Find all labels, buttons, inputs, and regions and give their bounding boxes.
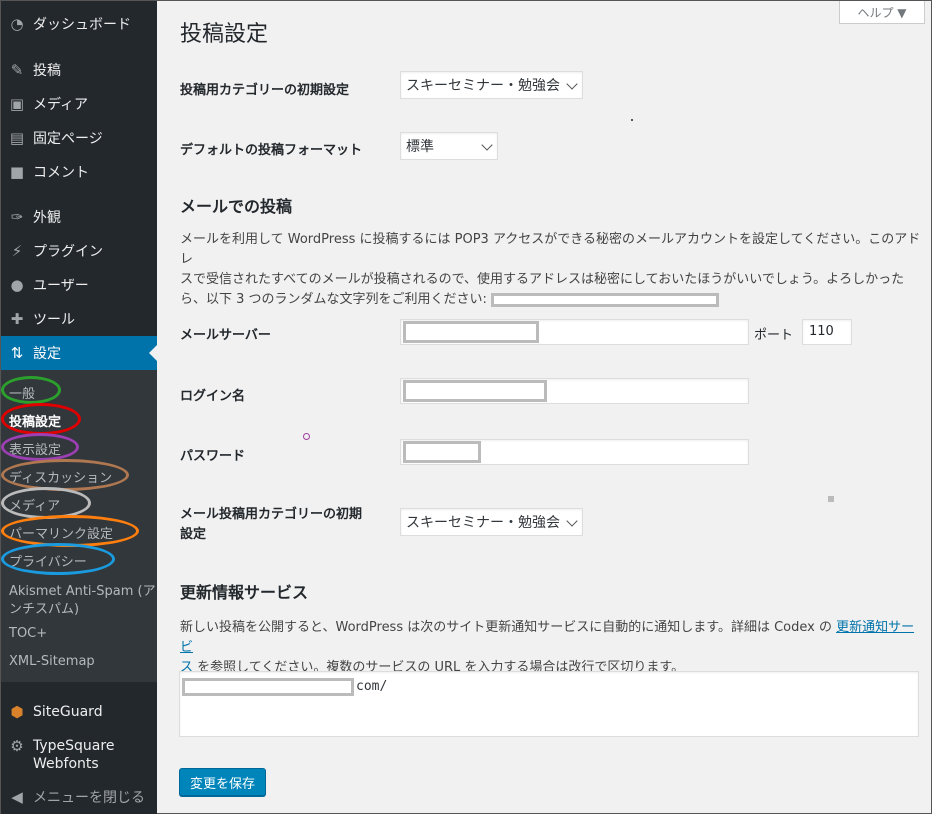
menu-tools-label: ツール — [33, 312, 75, 328]
mail-server-label: メールサーバー — [180, 328, 271, 343]
submenu-general[interactable]: 一般 — [9, 383, 35, 402]
menu-pages[interactable]: ▤ 固定ページ — [1, 121, 157, 155]
menu-posts-label: 投稿 — [33, 63, 61, 79]
email-category-label: メール投稿用カテゴリーの初期 設定 — [180, 507, 363, 542]
menu-media[interactable]: ▣ メディア — [1, 87, 157, 121]
chevron-down-icon — [566, 515, 578, 527]
submenu-akismet-line1[interactable]: Akismet Anti-Spam (ア — [9, 580, 156, 599]
media-icon: ▣ — [9, 95, 25, 113]
menu-collapse-label: メニューを閉じる — [33, 790, 145, 806]
menu-appearance-label: 外観 — [33, 210, 61, 226]
password-label: パスワード — [180, 449, 246, 464]
submenu-discussion[interactable]: ディスカッション — [9, 467, 112, 486]
submenu-toc[interactable]: TOC+ — [9, 626, 47, 641]
ping-sites-textarea[interactable]: com/ — [179, 671, 919, 737]
email-heading: メールでの投稿 — [180, 197, 293, 216]
menu-plugins-label: プラグイン — [33, 244, 103, 260]
port-label: ポート — [754, 328, 794, 343]
password-input[interactable] — [400, 439, 749, 465]
menu-webfonts-label: Webfonts — [33, 756, 99, 772]
submenu-privacy[interactable]: プライバシー — [9, 551, 87, 570]
email-category-value: スキーセミナー・勉強会 — [406, 515, 560, 531]
submenu-writing[interactable]: 投稿設定 — [9, 411, 61, 430]
menu-settings[interactable]: ⇅ 設定 — [1, 336, 157, 370]
artifact-circle — [303, 433, 310, 440]
chevron-down-icon — [566, 78, 578, 90]
collapse-icon: ◀ — [11, 788, 23, 806]
menu-media-label: メディア — [33, 97, 89, 113]
chevron-down-icon — [481, 139, 493, 151]
login-name-redacted — [403, 380, 547, 402]
menu-siteguard[interactable]: ⬢ SiteGuard — [1, 695, 157, 729]
settings-submenu: 一般 投稿設定 表示設定 ディスカッション メディア パーマリンク設定 プライバ… — [1, 370, 157, 682]
menu-comments-label: コメント — [33, 165, 89, 181]
password-redacted — [403, 441, 481, 463]
plugin-icon: ⚡ — [11, 242, 23, 260]
artifact-dot — [631, 119, 633, 121]
artifact-square — [828, 496, 834, 502]
dashboard-icon: ◔ — [10, 15, 24, 33]
default-format-value: 標準 — [406, 139, 434, 155]
submenu-reading[interactable]: 表示設定 — [9, 439, 61, 458]
mail-server-input[interactable] — [400, 319, 749, 345]
menu-settings-label: 設定 — [33, 346, 61, 362]
login-name-label: ログイン名 — [180, 389, 246, 404]
mail-server-redacted — [403, 321, 539, 343]
submenu-akismet-line2[interactable]: ンチスパム) — [9, 598, 79, 617]
update-services-description: 新しい投稿を公開すると、WordPress は次のサイト更新通知サービスに自動的… — [180, 620, 915, 675]
email-category-select[interactable]: スキーセミナー・勉強会 — [400, 508, 583, 536]
wrench-icon: ✚ — [10, 310, 24, 328]
main-content: ヘルプ ▼ 投稿設定 投稿用カテゴリーの初期設定 スキーセミナー・勉強会 デフォ… — [157, 1, 932, 814]
user-icon: ● — [10, 276, 24, 294]
default-format-label: デフォルトの投稿フォーマット — [180, 143, 363, 158]
ping-url-suffix: com/ — [356, 679, 388, 694]
pin-icon: ✎ — [10, 61, 24, 79]
submenu-media[interactable]: メディア — [9, 495, 60, 514]
default-category-label: 投稿用カテゴリーの初期設定 — [180, 83, 350, 98]
email-description: メールを利用して WordPress に投稿するには POP3 アクセスができる… — [180, 232, 921, 307]
admin-sidebar: ◔ ダッシュボード ✎ 投稿 ▣ メディア ▤ 固定ページ ■ コメント ✑ 外… — [1, 1, 157, 814]
menu-typesquare[interactable]: ⚙ TypeSquare Webfonts — [1, 730, 157, 772]
menu-tools[interactable]: ✚ ツール — [1, 302, 157, 336]
menu-users-label: ユーザー — [33, 278, 89, 294]
menu-users[interactable]: ● ユーザー — [1, 268, 157, 302]
login-name-input[interactable] — [400, 378, 749, 404]
default-category-select[interactable]: スキーセミナー・勉強会 — [400, 71, 583, 99]
comment-icon: ■ — [9, 163, 25, 181]
menu-typesquare-label: TypeSquare — [33, 738, 115, 754]
menu-pages-label: 固定ページ — [33, 131, 103, 147]
submenu-permalinks[interactable]: パーマリンク設定 — [9, 523, 113, 542]
port-input[interactable]: 110 — [802, 319, 852, 345]
shield-icon: ⬢ — [10, 703, 24, 721]
default-format-select[interactable]: 標準 — [400, 132, 498, 160]
menu-comments[interactable]: ■ コメント — [1, 155, 157, 189]
default-category-value: スキーセミナー・勉強会 — [406, 78, 560, 94]
help-tab[interactable]: ヘルプ ▼ — [839, 1, 925, 24]
save-changes-button[interactable]: 変更を保存 — [179, 768, 266, 796]
menu-dashboard[interactable]: ◔ ダッシュボード — [1, 7, 157, 41]
submenu-xml-sitemap[interactable]: XML-Sitemap — [9, 654, 95, 669]
update-services-heading: 更新情報サービス — [180, 583, 309, 602]
pages-icon: ▤ — [9, 129, 25, 147]
ping-url-redacted — [182, 678, 354, 696]
menu-siteguard-label: SiteGuard — [33, 704, 103, 720]
settings-icon: ⇅ — [10, 344, 24, 362]
page-title: 投稿設定 — [180, 22, 269, 47]
menu-posts[interactable]: ✎ 投稿 — [1, 53, 157, 87]
menu-collapse[interactable]: ◀ メニューを閉じる — [1, 780, 157, 814]
gear-icon: ⚙ — [10, 737, 24, 755]
menu-appearance[interactable]: ✑ 外観 — [1, 200, 157, 234]
menu-dashboard-label: ダッシュボード — [33, 17, 131, 33]
brush-icon: ✑ — [10, 208, 24, 226]
menu-plugins[interactable]: ⚡ プラグイン — [1, 234, 157, 268]
random-strings-redacted — [491, 292, 720, 307]
